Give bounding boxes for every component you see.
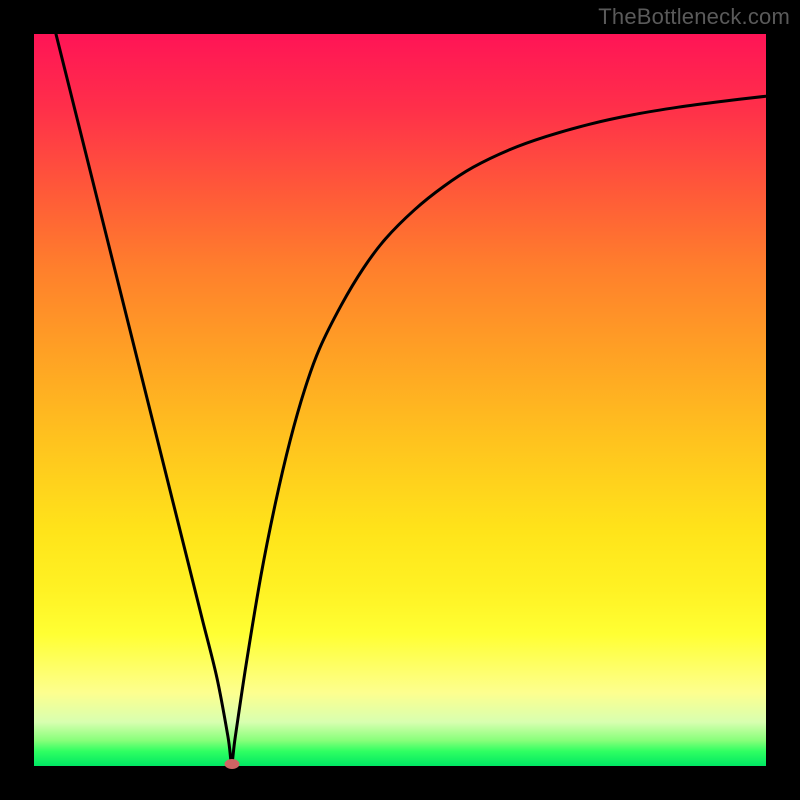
plot-area bbox=[34, 34, 766, 766]
optimal-point-marker bbox=[224, 759, 239, 769]
chart-frame: TheBottleneck.com bbox=[0, 0, 800, 800]
watermark-text: TheBottleneck.com bbox=[598, 4, 790, 30]
curve-svg bbox=[34, 34, 766, 766]
bottleneck-curve bbox=[56, 34, 766, 762]
